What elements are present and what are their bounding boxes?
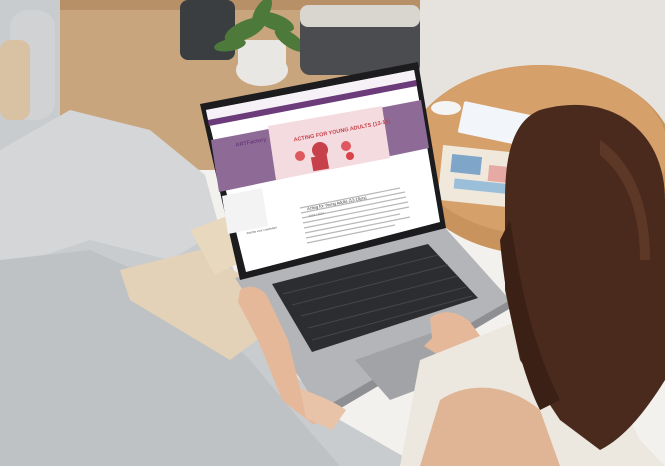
- mouse: [431, 101, 461, 115]
- photo-laptop-on-sofa: ARTFactory ACTING FOR YOUNG ADULTS (13-1…: [0, 0, 665, 466]
- side-card: [222, 188, 268, 234]
- cushion-beige: [0, 40, 30, 120]
